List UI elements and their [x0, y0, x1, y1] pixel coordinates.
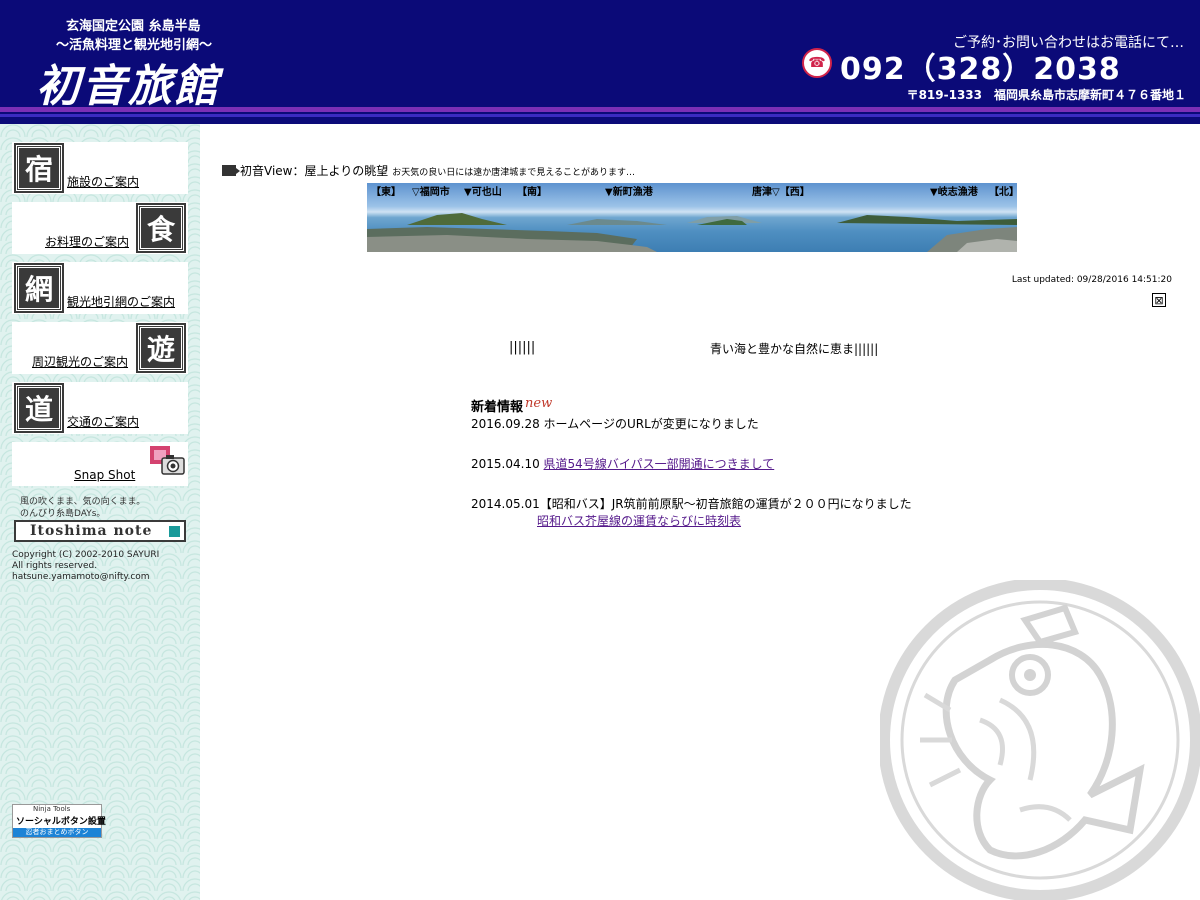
pan-label-fukuoka: ▽福岡市	[412, 187, 450, 198]
ninja-badge-subtitle: 忍者おまとめボタン	[13, 828, 101, 837]
nav-card-netfishing: 網 観光地引網のご案内	[12, 262, 188, 314]
news-date: 2014.05.01	[471, 497, 540, 511]
nav-card-sightseeing: 周辺観光のご案内 遊	[12, 322, 188, 374]
ninja-badge-title: ソーシャルボタン設置	[16, 817, 106, 827]
new-badge: new	[525, 396, 553, 411]
header-subtitle-park: 玄海国定公園 糸島半島	[66, 19, 201, 34]
nav-card-cuisine: お料理のご案内 食	[12, 202, 188, 254]
view-note: お天気の良い日には遠か唐津城まで見えることがあります…	[392, 168, 635, 178]
nav-card-access: 道 交通のご案内	[12, 382, 188, 434]
last-updated: Last updated: 09/28/2016 14:51:20	[1011, 275, 1172, 285]
play-kanji-icon[interactable]: 遊	[136, 323, 186, 373]
food-kanji-icon[interactable]: 食	[136, 203, 186, 253]
panorama-labels: 【東】 ▽福岡市 ▼可也山 【南】 ▼新町漁港 唐津▽【西】 ▼岐志漁港 【北】	[367, 183, 1017, 198]
nav-link-netfishing[interactable]: 観光地引網のご案内	[67, 293, 175, 310]
phone-icon: ☎	[802, 48, 832, 78]
view-heading: 初音View：屋上よりの眺望 お天気の良い日には遠か唐津城まで見えることがあります…	[222, 162, 635, 179]
ticker-left: ||||||	[509, 340, 536, 355]
news-date: 2015.04.10	[471, 457, 540, 471]
news-link-bus-timetable[interactable]: 昭和バス芥屋線の運賃ならびに時刻表	[537, 514, 741, 528]
close-icon[interactable]: ⊠	[1152, 293, 1166, 307]
news-link-bypass[interactable]: 県道54号線バイパス一部開通につきまして	[544, 457, 775, 471]
lodging-kanji-icon[interactable]: 宿	[14, 143, 64, 193]
nav-link-facilities[interactable]: 施設のご案内	[67, 173, 139, 190]
news-text: ホームページのURLが変更になりました	[543, 417, 759, 431]
site-logo[interactable]: 初音旅館	[36, 50, 220, 114]
sidebar: 宿 施設のご案内 お料理のご案内 食 網 観光地引網のご案内 周辺観光のご案内 …	[0, 124, 200, 900]
pan-label-kaya: ▼可也山	[464, 187, 502, 198]
road-kanji-icon[interactable]: 道	[14, 383, 64, 433]
square-icon	[169, 526, 180, 537]
pan-label-karatsu: 唐津▽【西】	[752, 187, 810, 198]
pan-label-kishi: ▼岐志漁港	[930, 187, 978, 198]
snapshot-link[interactable]: Snap Shot	[74, 468, 135, 482]
nav-link-sightseeing[interactable]: 周辺観光のご案内	[32, 353, 128, 370]
panorama-image: 【東】 ▽福岡市 ▼可也山 【南】 ▼新町漁港 唐津▽【西】 ▼岐志漁港 【北】	[367, 183, 1017, 252]
news-text: 【昭和バス】JR筑前前原駅〜初音旅館の運賃が２００円になりました	[539, 497, 912, 511]
news-heading: 新着情報 new	[471, 396, 552, 415]
marquee-text: 青い海と豊かな自然に恵ま||||||	[710, 342, 879, 356]
pan-label-shinmachi: ▼新町漁港	[605, 187, 653, 198]
itoshima-note-label: Itoshima note	[30, 523, 153, 539]
copyright-line1: Copyright (C) 2002-2010 SAYURI	[12, 550, 160, 560]
news-date: 2016.09.28	[471, 417, 540, 431]
header-stripe-lower	[0, 114, 1200, 117]
news-item: 2014.05.01【昭和バス】JR筑前前原駅〜初音旅館の運賃が２００円になりま…	[471, 495, 912, 529]
pan-label-south: 【南】	[517, 187, 547, 198]
ninja-tools-badge[interactable]: Ninja Tools ソーシャルボタン設置 忍者おまとめボタン	[12, 804, 106, 838]
camera-icon[interactable]	[150, 446, 186, 476]
itoshima-note-button[interactable]: Itoshima note	[14, 520, 186, 542]
copyright-email[interactable]: hatsune.yamamoto@nifty.com	[12, 572, 159, 583]
net-kanji-icon[interactable]: 網	[14, 263, 64, 313]
copyright: Copyright (C) 2002-2010 SAYURI All right…	[12, 550, 159, 583]
header-stripe	[0, 107, 1200, 112]
pan-label-north: 【北】	[989, 187, 1017, 198]
sidebar-note-line2: のんびり糸島DAYs。	[20, 509, 106, 519]
nav-link-cuisine[interactable]: お料理のご案内	[45, 233, 129, 250]
nav-card-facilities: 宿 施設のご案内	[12, 142, 188, 194]
sidebar-note: 風の吹くまま、気の向くまま。 のんびり糸島DAYs。	[20, 496, 145, 520]
pan-label-east: 【東】	[371, 187, 401, 198]
news-title: 新着情報	[471, 400, 524, 415]
address: 〒819-1333 福岡県糸島市志摩新町４７６番地１	[906, 88, 1186, 102]
snapshot-card: Snap Shot	[12, 442, 188, 486]
sidebar-note-line1: 風の吹くまま、気の向くまま。	[20, 497, 146, 507]
sea-bream-emblem-icon	[880, 580, 1200, 900]
site-header: 玄海国定公園 糸島半島 〜活魚料理と観光地引網〜 初音旅館 ご予約･お問い合わせ…	[0, 0, 1200, 124]
ninja-badge-brand: Ninja Tools	[33, 805, 71, 813]
copyright-line2: All rights reserved.	[12, 561, 98, 571]
news-item: 2016.09.28 ホームページのURLが変更になりました	[471, 415, 759, 432]
news-item: 2015.04.10 県道54号線バイパス一部開通につきまして	[471, 455, 774, 472]
nav-link-access[interactable]: 交通のご案内	[67, 413, 139, 430]
view-title: 初音View：屋上よりの眺望	[240, 164, 389, 178]
phone-number: 092（328）2038	[840, 52, 1121, 87]
video-camera-icon	[222, 165, 240, 176]
